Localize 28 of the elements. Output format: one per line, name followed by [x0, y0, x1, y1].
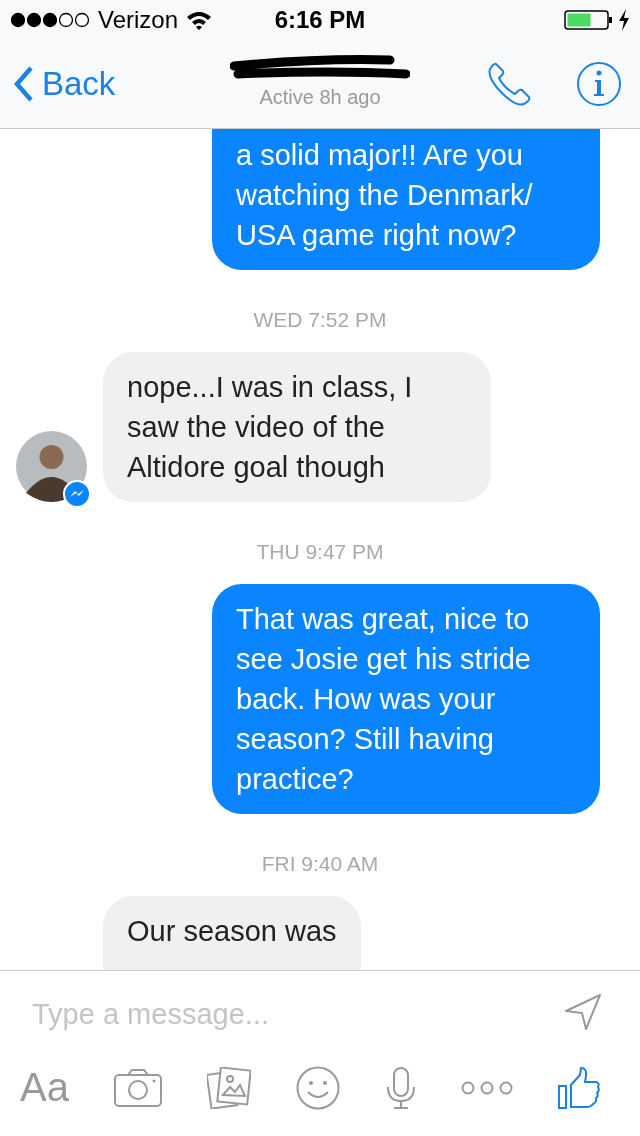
messenger-badge-icon	[63, 480, 91, 508]
received-message: nope...I was in class, I saw the video of the Altidore goal though	[103, 352, 491, 502]
font-button[interactable]: Aa	[20, 1065, 69, 1110]
timestamp: THU 9:47 PM	[255, 539, 385, 565]
wifi-icon	[186, 10, 213, 30]
emoji-icon[interactable]	[296, 1065, 341, 1110]
chevron-icon[interactable]	[14, 66, 34, 102]
back-button[interactable]: Back	[14, 65, 116, 103]
microphone-icon[interactable]	[385, 1066, 416, 1109]
send-button[interactable]	[564, 993, 602, 1031]
sent-message: a solid major!! Are you watching the Denmark/ USA game right now?	[212, 129, 600, 270]
received-message: Our season was	[103, 896, 361, 970]
photos-icon[interactable]	[207, 1066, 252, 1109]
thumbs-up-icon[interactable]	[557, 1066, 600, 1109]
battery-icon	[564, 9, 614, 31]
timestamp: WED 7:52 PM	[252, 307, 388, 333]
sent-message: That was great, nice to see Josie get his stride back. How was your season? Still having practice?	[212, 584, 600, 814]
info-icon[interactable]	[576, 61, 622, 107]
timestamp: FRI 9:40 AM	[260, 851, 380, 877]
clock: 6:16 PM	[274, 6, 366, 34]
carrier-name: Verizon	[98, 6, 179, 34]
charging-icon	[618, 9, 630, 31]
signal-icon	[10, 12, 90, 28]
message-field[interactable]: Type a message...	[32, 997, 512, 1031]
camera-icon[interactable]	[114, 1068, 163, 1107]
active-status: Active 8h ago	[259, 86, 381, 109]
phone-icon[interactable]	[486, 61, 532, 107]
more-icon[interactable]	[460, 1080, 513, 1095]
